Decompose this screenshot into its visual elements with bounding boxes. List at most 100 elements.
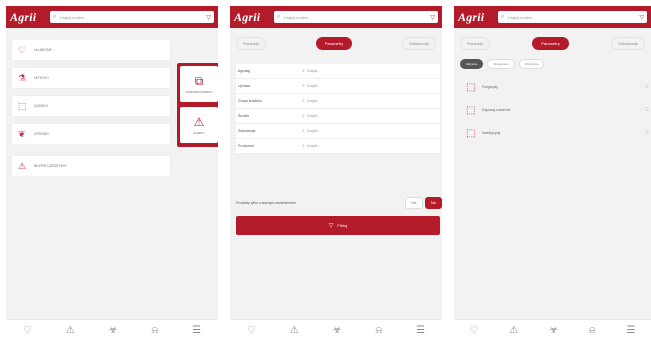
flask-icon: ⚗ (18, 72, 27, 83)
tab-produkty[interactable]: Produkty (460, 36, 490, 50)
menu-item-notatki[interactable]: ⚗ Notatki (12, 68, 170, 88)
menu-item-zabiegi[interactable]: ⬚ Zabiegi (12, 96, 170, 116)
bottle-icon: ⬚ (466, 81, 476, 93)
app-logo: Agrii (10, 9, 37, 24)
filter-icon[interactable]: ▽ (206, 14, 211, 21)
chip-aktywne[interactable]: Aktywne (460, 59, 484, 69)
warning-icon[interactable]: ⚠ (509, 325, 518, 336)
list-item[interactable]: ⬚ Insektycydy ♡☰ (460, 123, 651, 143)
item-actions-icon[interactable]: ♡☰ (638, 84, 651, 90)
tab-parametry[interactable]: Parametry (315, 36, 353, 50)
toggle-off-button[interactable]: Nie (405, 197, 423, 209)
search-placeholder: Znajdź środek... (507, 14, 536, 20)
bell-icon[interactable]: ⍾ (589, 325, 596, 336)
hazard-icon: ⚠ (18, 160, 27, 171)
document-icon[interactable]: ☰ (627, 325, 636, 336)
results-list: ⬚ Fungicydy ♡☰ ⬚ Zaprawy nasienne ♡☰ ⬚ I… (460, 77, 651, 146)
menu-item-bezpieczenstwo[interactable]: ⚠ Bezpieczeństwo (12, 156, 170, 176)
search-icon: ⌕ (302, 143, 305, 149)
bottom-nav: ♡ ⚠ ☣ ⍾ ☰ (6, 319, 218, 341)
toggle-on-button[interactable]: Tak (424, 197, 442, 209)
field-uprawa[interactable]: Uprawa ⌕ Znajdź... (236, 79, 440, 94)
menu-item-uprawy[interactable]: ❦ Uprawy (12, 124, 170, 144)
menu-item-label: Zabiegi (34, 104, 48, 108)
menu-item-label: Uprawy (34, 132, 50, 136)
search-placeholder: Znajdź środek... (59, 14, 88, 20)
warning-icon[interactable]: ⚠ (66, 325, 75, 336)
chip-nieaktywne[interactable]: Nieaktywne (487, 59, 515, 69)
document-icon[interactable]: ☰ (416, 325, 425, 336)
screen-menu: Agrii ⌕ Znajdź środek... ▽ ♡ Ulubione ⚗ … (6, 6, 218, 341)
item-actions-icon[interactable]: ♡☰ (638, 107, 651, 113)
item-actions-icon[interactable]: ♡☰ (638, 130, 651, 136)
bottle-icon: ⬚ (466, 127, 476, 139)
field-input[interactable]: ⌕ Znajdź... (302, 83, 440, 89)
document-icon[interactable]: ☰ (192, 325, 201, 336)
hazard-icon[interactable]: ☣ (549, 325, 558, 336)
field-srodek[interactable]: Środek ⌕ Znajdź... (236, 109, 440, 124)
search-input[interactable]: ⌕ Znajdź środek... ▽ (274, 11, 438, 23)
compare-icon: ⧉ (194, 73, 204, 88)
field-label: Uprawa (238, 84, 251, 88)
filter-button[interactable]: ▽ Filtruj (236, 216, 440, 235)
menu-item-ulubione[interactable]: ♡ Ulubione (12, 40, 170, 60)
field-input[interactable]: ⌕ Znajdź... (302, 98, 440, 104)
filter-icon[interactable]: ▽ (430, 14, 435, 21)
chip-wszystkie[interactable]: Wszystkie (518, 59, 545, 69)
hazard-icon[interactable]: ☣ (109, 325, 118, 336)
search-icon: ⌕ (302, 83, 305, 89)
bell-icon[interactable]: ⍾ (376, 325, 383, 336)
alerts-label: Alerty (193, 130, 205, 135)
field-placeholder: Znajdź... (306, 129, 321, 133)
app-logo: Agrii (458, 9, 485, 24)
hazard-icon[interactable]: ☣ (333, 325, 342, 336)
menu-item-label: Notatki (34, 76, 49, 80)
field-placeholder: Znajdź... (306, 69, 321, 73)
search-input[interactable]: ⌕ Znajdź środek... ▽ (50, 11, 214, 23)
bell-icon[interactable]: ⍾ (152, 325, 159, 336)
field-producent[interactable]: Producent ⌕ Znajdź... (236, 139, 440, 154)
tab-produkty[interactable]: Produkty (236, 36, 266, 50)
field-substancja[interactable]: Substancja ⌕ Znajdź... (236, 124, 440, 139)
compare-button[interactable]: ⧉ Porównywarka (180, 66, 218, 102)
warning-icon[interactable]: ⚠ (290, 325, 299, 336)
valid-permit-toggle-row: Produkty tylko z ważnym zezwoleniem Nie … (236, 197, 442, 209)
field-input[interactable]: ⌕ Znajdź... (302, 128, 440, 134)
plant-icon: ❦ (18, 128, 26, 139)
bottom-nav: ♡ ⚠ ☣ ⍾ ☰ (454, 319, 651, 341)
app-mockups: Agrii ⌕ Znajdź środek... ▽ ♡ Ulubione ⚗ … (0, 0, 651, 341)
search-icon: ⌕ (501, 13, 505, 20)
heart-icon: ♡ (18, 44, 27, 55)
top-bar: Agrii ⌕ Znajdź środek... ▽ (230, 6, 442, 28)
list-item-label: Fungicydy (482, 85, 498, 89)
menu-item-label: Ulubione (34, 48, 52, 52)
list-item[interactable]: ⬚ Zaprawy nasienne ♡☰ (460, 100, 651, 120)
bottle-icon: ⬚ (18, 100, 27, 111)
alerts-button[interactable]: ⚠ Alerty (180, 107, 218, 143)
tab-substancje[interactable]: Substancje (611, 36, 645, 50)
filter-form: Agrofag ⌕ Znajdź... Uprawa ⌕ Znajdź... Gru… (236, 64, 440, 154)
filter-icon[interactable]: ▽ (639, 14, 644, 21)
heart-icon[interactable]: ♡ (469, 325, 478, 336)
field-label: Środek (238, 114, 250, 118)
heart-icon[interactable]: ♡ (247, 325, 256, 336)
quick-actions-popup: ⧉ Porównywarka ⚠ Alerty (177, 63, 218, 147)
search-input[interactable]: ⌕ Znajdź środek... ▽ (498, 11, 647, 23)
search-icon: ⌕ (302, 113, 305, 119)
field-label: Agrofag (238, 69, 251, 73)
field-label: Substancja (238, 129, 256, 133)
toggle-label: Produkty tylko z ważnym zezwoleniem (236, 201, 296, 205)
field-input[interactable]: ⌕ Znajdź... (302, 68, 440, 74)
filter-button-label: Filtruj (337, 223, 348, 228)
heart-icon[interactable]: ♡ (23, 325, 32, 336)
tab-parametry[interactable]: Parametry (532, 36, 569, 50)
field-agrofag[interactable]: Agrofag ⌕ Znajdź... (236, 64, 440, 79)
tab-substancje[interactable]: Substancje (402, 36, 436, 50)
app-logo: Agrii (234, 9, 261, 24)
list-item[interactable]: ⬚ Fungicydy ♡☰ (460, 77, 651, 97)
field-input[interactable]: ⌕ Znajdź... (302, 143, 440, 149)
field-grupa-srodkow[interactable]: Grupa środków ⌕ Znajdź... (236, 94, 440, 109)
field-input[interactable]: ⌕ Znajdź... (302, 113, 440, 119)
field-placeholder: Znajdź... (306, 144, 321, 148)
funnel-icon: ▽ (328, 223, 334, 229)
